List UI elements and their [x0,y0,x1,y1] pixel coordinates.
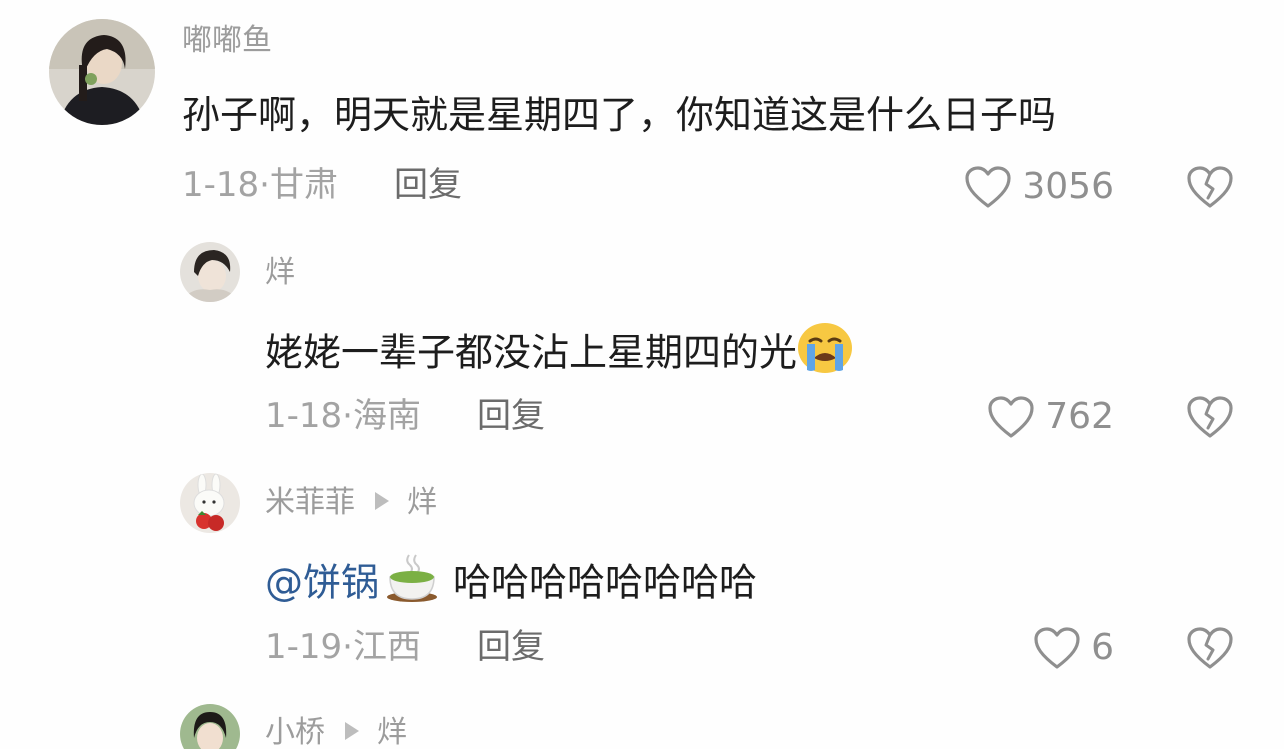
comment-meta: 1-18·甘肃 回复 [182,168,462,202]
avatar[interactable] [180,242,240,302]
username-text[interactable]: 小桥 [265,715,325,749]
green-tea-cup-icon [385,553,439,609]
avatar[interactable] [180,473,240,533]
mention-link[interactable]: @饼锅 [265,561,379,605]
username-text[interactable]: 米菲菲 [265,485,355,520]
broken-heart-icon [1187,166,1233,208]
comment-username[interactable]: 小桥 烊 [265,718,407,748]
comment-meta: 1-19·江西 回复 [265,630,545,664]
like-button[interactable]: 6 [1033,626,1114,670]
heart-icon [1034,627,1080,669]
broken-heart-icon [1187,627,1233,669]
comment-location: 江西 [352,627,421,667]
comment-text: 孙子啊，明天就是星期四了，你知道这是什么日子吗 [182,96,1056,134]
heart-icon [988,396,1034,438]
username-text[interactable]: 嘟嘟鱼 [182,23,272,58]
comment-username[interactable]: 嘟嘟鱼 [182,26,272,56]
loudly-crying-face-icon [797,322,853,380]
comment-meta: 1-18·海南 回复 [265,399,545,433]
like-button[interactable]: 762 [987,395,1114,439]
avatar[interactable] [180,704,240,749]
reply-button[interactable]: 回复 [477,396,545,436]
comment-username[interactable]: 米菲菲 烊 [265,488,437,518]
comment-text: 姥姥一辈子都没沾上星期四的光 [265,323,853,384]
reply-button[interactable]: 回复 [477,627,545,667]
dislike-button[interactable] [1186,626,1234,674]
reply-target-username[interactable]: 烊 [377,715,407,749]
reply-target-username[interactable]: 烊 [407,485,437,520]
comment-body: 姥姥一辈子都没沾上星期四的光 [265,330,798,375]
comment-date: 1-19 [265,627,343,667]
reply-arrow-icon [345,721,359,740]
dislike-button[interactable] [1186,395,1234,443]
like-count: 3056 [1022,166,1114,207]
comment-location: 甘肃 [269,165,338,205]
username-text[interactable]: 烊 [265,255,295,290]
meta-separator: · [342,396,353,436]
meta-separator: · [259,165,270,205]
reply-arrow-icon [375,491,389,510]
like-count: 762 [1045,396,1114,437]
comment-location: 海南 [352,396,421,436]
broken-heart-icon [1187,396,1233,438]
comment-thread: 嘟嘟鱼 孙子啊，明天就是星期四了，你知道这是什么日子吗 1-18·甘肃 回复 30… [0,0,1284,749]
comment-date: 1-18 [182,165,260,205]
comment-body: 哈哈哈哈哈哈哈哈 [453,560,758,605]
comment-body: 孙子啊，明天就是星期四了，你知道这是什么日子吗 [182,93,1057,137]
comment-date: 1-18 [265,396,343,436]
comment-text: @饼锅 哈哈哈哈哈哈哈哈 [265,554,758,613]
avatar[interactable] [49,19,155,125]
like-button[interactable]: 3056 [964,165,1114,209]
meta-separator: · [342,627,353,667]
comment-username[interactable]: 烊 [265,258,295,288]
dislike-button[interactable] [1186,165,1234,213]
like-count: 6 [1091,627,1114,668]
reply-button[interactable]: 回复 [394,165,462,205]
heart-icon [965,166,1011,208]
